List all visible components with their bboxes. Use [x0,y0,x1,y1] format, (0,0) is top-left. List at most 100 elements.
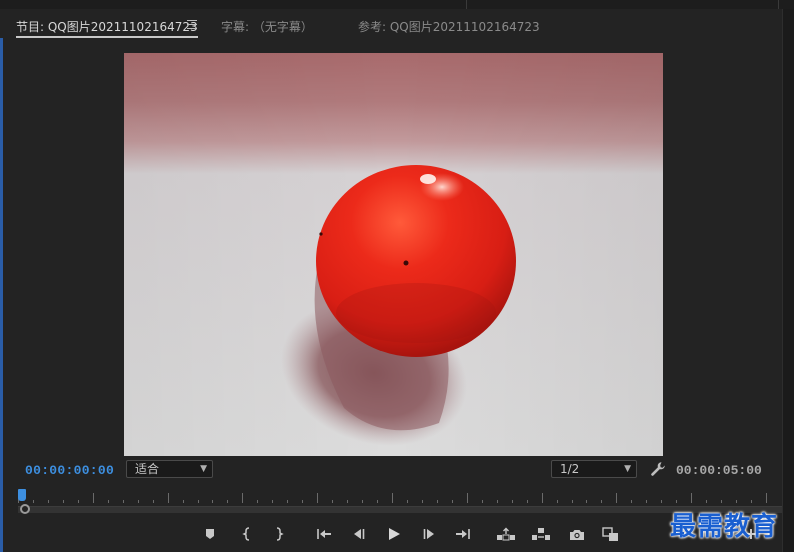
ruler-tick [437,500,438,503]
ruler-tick [691,493,692,503]
tab-reference-monitor[interactable]: 参考: QQ图片20211102164723 [358,18,540,35]
go-to-out-icon [456,529,470,539]
ruler-tick [33,500,34,503]
ruler-tick [332,500,333,503]
duration-timecode: 00:00:05:00 [676,463,762,478]
ruler-tick [616,493,617,503]
ruler-tick [497,500,498,503]
ruler-tick [302,500,303,503]
step-forward-button[interactable] [419,525,439,543]
ruler-tick [392,493,393,503]
add-marker-button[interactable] [200,525,220,543]
ruler-tick [676,500,677,503]
extract-button[interactable] [531,525,551,543]
ruler-tick [227,500,228,503]
zoom-level-select[interactable]: 适合 ▼ [126,460,213,478]
step-back-button[interactable] [349,525,369,543]
ruler-tick [736,500,737,503]
lift-button[interactable] [496,525,516,543]
go-to-in-button[interactable] [314,525,334,543]
ruler-tick [467,493,468,503]
play-button[interactable] [384,525,404,543]
ruler-tick [257,500,258,503]
ruler-tick [646,500,647,503]
go-to-out-button[interactable] [453,525,473,543]
panel-menu-icon[interactable] [187,20,197,29]
chevron-down-icon: ▼ [200,464,207,474]
ruler-tick [422,500,423,503]
mark-in-icon [242,527,250,541]
ruler-tick [631,500,632,503]
ruler-tick [138,500,139,503]
ruler-tick [78,500,79,503]
extract-icon [532,528,550,540]
watermark-logo: 最需教育 [670,512,779,542]
ruler-tick [377,500,378,503]
ruler-tick [542,493,543,503]
ruler-tick [586,500,587,503]
chevron-down-icon: ▼ [624,464,631,474]
ruler-tick [482,500,483,503]
current-timecode[interactable]: 00:00:00:00 [25,463,114,478]
comparison-view-button[interactable] [601,525,621,543]
ruler-tick [706,500,707,503]
go-to-in-icon [317,529,331,539]
step-forward-icon [423,529,434,539]
ruler-tick [661,500,662,503]
top-frame-strip [0,0,794,9]
ruler-tick [557,500,558,503]
step-back-icon [354,529,365,539]
wrench-icon[interactable] [650,461,666,477]
time-ruler[interactable] [18,488,767,506]
play-icon [389,528,400,540]
lift-icon [497,527,515,541]
playback-resolution-value: 1/2 [560,462,580,476]
ruler-tick [48,500,49,503]
ruler-tick [123,500,124,503]
export-frame-button[interactable] [567,525,587,543]
ruler-tick [242,493,243,503]
ruler-tick [168,493,169,503]
ruler-tick [317,493,318,503]
ruler-tick [512,500,513,503]
ruler-tick [272,500,273,503]
mark-in-button[interactable] [237,525,257,543]
mark-out-icon [276,527,284,541]
program-monitor-viewer[interactable] [124,53,663,456]
ruler-tick [347,500,348,503]
ruler-tick [108,500,109,503]
tab-captions[interactable]: 字幕: （无字幕） [221,18,313,35]
ruler-tick [751,500,752,503]
ruler-tick [527,500,528,503]
ruler-tick [198,500,199,503]
ruler-tick [153,500,154,503]
comparison-view-icon [602,526,618,541]
active-tab-underline [16,36,198,38]
mark-out-button[interactable] [269,525,289,543]
ruler-tick [721,500,722,503]
ruler-tick [452,500,453,503]
transport-controls [0,522,782,546]
zoom-scrollbar-handle[interactable] [20,504,30,514]
zoom-scrollbar[interactable] [18,506,782,513]
ruler-tick [766,493,767,503]
ruler-tick [287,500,288,503]
ruler-tick [183,500,184,503]
playback-resolution-select[interactable]: 1/2 ▼ [551,460,637,478]
playhead-handle[interactable] [18,489,26,501]
ruler-tick [601,500,602,503]
monitor-timebar: 00:00:00:00 适合 ▼ 1/2 ▼ 00:00:05:00 [0,458,782,482]
camera-icon [570,529,584,540]
video-frame-image [124,53,663,456]
ruler-tick [212,500,213,503]
adjacent-panel-edge [782,9,794,552]
ruler-tick [572,500,573,503]
ruler-tick [407,500,408,503]
panel-tab-bar: 节目: QQ图片20211102164723 字幕: （无字幕） 参考: QQ图… [0,9,782,39]
ruler-tick [362,500,363,503]
ruler-tick [93,493,94,503]
zoom-level-value: 适合 [135,462,160,476]
add-marker-icon [206,529,214,539]
tab-program-monitor[interactable]: 节目: QQ图片20211102164723 [16,18,198,35]
ruler-tick [63,500,64,503]
